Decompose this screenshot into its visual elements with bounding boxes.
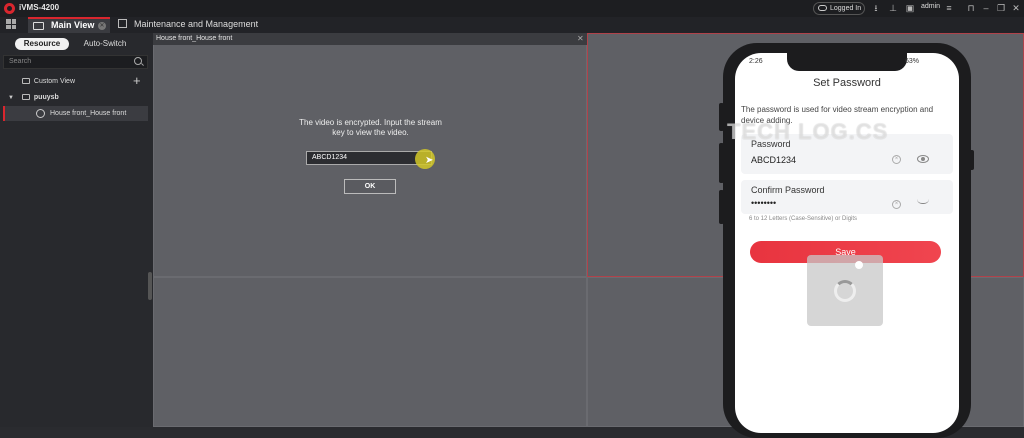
phone-notch xyxy=(787,53,907,71)
download-icon[interactable]: ⭳ xyxy=(871,3,881,13)
cloud-icon xyxy=(818,5,827,11)
ok-button[interactable]: OK xyxy=(344,179,396,194)
tree-item-group[interactable]: puuysb xyxy=(22,94,59,101)
login-status-badge[interactable]: Logged In xyxy=(813,2,865,15)
search-input[interactable]: Search xyxy=(3,55,148,69)
phone-side-button xyxy=(969,150,974,170)
segment-resource[interactable]: Resource xyxy=(15,38,69,50)
add-view-icon[interactable]: + xyxy=(133,73,141,88)
watermark: TECH LOG.CS xyxy=(727,119,889,144)
eye-icon[interactable] xyxy=(917,155,929,163)
confirm-password-value[interactable]: •••••••• xyxy=(751,198,776,208)
camera-label: House front_House front xyxy=(50,110,127,117)
sidebar-collapse-handle[interactable] xyxy=(148,272,152,300)
tab-maintenance-label: Maintenance and Management xyxy=(134,19,259,29)
restore-icon[interactable]: ❐ xyxy=(996,3,1006,13)
search-icon[interactable] xyxy=(134,57,142,65)
confirm-password-label: Confirm Password xyxy=(751,185,825,195)
loading-spinner-icon xyxy=(834,280,856,302)
mouse-pointer-icon: ➤ xyxy=(425,155,434,166)
close-icon[interactable]: ✕ xyxy=(1011,3,1021,13)
lock-icon[interactable]: ⊓ xyxy=(966,3,976,13)
sidebar: Resource Auto-Switch Search Custom View … xyxy=(0,33,153,427)
folder-icon xyxy=(22,78,30,84)
phone-side-button xyxy=(719,143,724,183)
maintenance-icon xyxy=(118,19,127,28)
user-menu[interactable]: admin xyxy=(921,3,940,10)
alarm-icon[interactable]: ⊥ xyxy=(888,3,898,13)
app-title: iVMS-4200 xyxy=(19,3,60,12)
group-label: puuysb xyxy=(33,94,59,101)
clear-icon[interactable]: × xyxy=(892,155,901,164)
set-password-title: Set Password xyxy=(813,77,881,89)
phone-status-time: 2:26 xyxy=(749,58,763,65)
tab-main-view[interactable]: Main View ✕ xyxy=(28,17,110,33)
tab-bar: Main View ✕ Maintenance and Management xyxy=(0,17,1024,33)
encrypted-message: The video is encrypted. Input the stream… xyxy=(299,118,442,137)
phone-side-button xyxy=(719,103,724,131)
custom-view-label: Custom View xyxy=(33,78,75,85)
title-bar: iVMS-4200 Logged In ⭳ ⊥ ▣ admin ≡ ⊓ – ❐ … xyxy=(0,0,1024,17)
tab-maintenance[interactable]: Maintenance and Management xyxy=(118,19,258,29)
pane-close-icon[interactable]: ✕ xyxy=(577,34,584,43)
hikvision-logo-icon xyxy=(4,3,15,14)
login-status-label: Logged In xyxy=(830,5,862,12)
minimize-icon[interactable]: – xyxy=(981,3,991,13)
stream-key-input[interactable]: ABCD1234 xyxy=(306,151,432,165)
phone-battery-status: 63% xyxy=(905,58,920,65)
password-hint: 6 to 12 Letters (Case-Sensitive) or Digi… xyxy=(749,216,858,222)
phone-side-button xyxy=(719,190,724,224)
clear-icon[interactable]: × xyxy=(892,200,901,209)
tab-main-view-label: Main View xyxy=(51,20,95,30)
video-pane-title: House front_House front xyxy=(153,33,587,45)
monitor-icon xyxy=(33,22,44,30)
image-icon[interactable]: ▣ xyxy=(905,3,915,13)
grid-menu-icon[interactable] xyxy=(6,19,16,29)
camera-icon xyxy=(36,109,45,118)
segment-auto-switch[interactable]: Auto-Switch xyxy=(76,38,134,50)
password-value[interactable]: ABCD1234 xyxy=(751,155,796,165)
menu-icon[interactable]: ≡ xyxy=(944,3,954,13)
folder-icon xyxy=(22,94,30,100)
tab-close-icon[interactable]: ✕ xyxy=(98,22,106,30)
video-pane-3[interactable] xyxy=(153,277,587,427)
touch-indicator xyxy=(855,261,863,269)
tree-item-custom-view[interactable]: Custom View xyxy=(22,78,75,85)
expand-caret-icon[interactable]: ▼ xyxy=(8,95,14,101)
